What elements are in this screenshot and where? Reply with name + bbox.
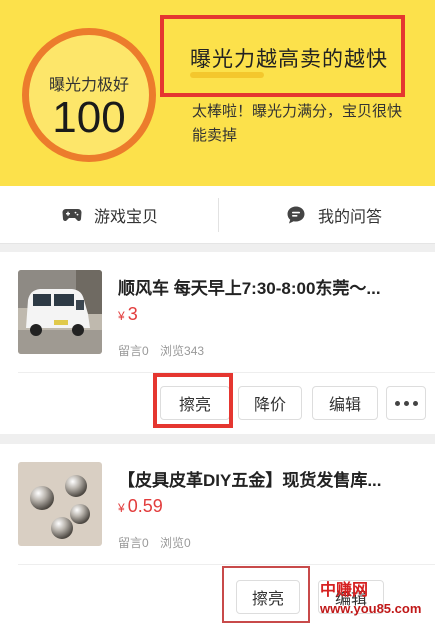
chat-bubble-icon xyxy=(286,205,306,225)
tab-game-items[interactable]: 游戏宝贝 xyxy=(62,186,158,244)
more-button[interactable] xyxy=(386,386,426,420)
price-value: 0.59 xyxy=(127,496,163,516)
gamepad-icon xyxy=(62,205,82,225)
item-title[interactable]: 顺风车 每天早上7:30-8:00东莞～... xyxy=(118,274,418,299)
tab-my-qa-label: 我的问答 xyxy=(318,209,383,226)
exposure-description: 太棒啦！曝光力满分，宝贝很快能卖掉 xyxy=(192,103,403,144)
more-dots-icon xyxy=(394,400,418,406)
exposure-header: 曝光力极好 100 曝光力越高卖的越快 太棒啦！曝光力满分，宝贝很快能卖掉 xyxy=(0,0,435,186)
exposure-score-label: 曝光力极好 xyxy=(48,77,129,94)
item-thumbnail[interactable] xyxy=(18,462,102,546)
item-price: ¥0.59 xyxy=(118,496,163,517)
item-title[interactable]: 【皮具皮革DIY五金】现货发售库... xyxy=(118,466,418,491)
comment-count: 留言0 xyxy=(118,536,149,550)
tab-my-qa[interactable]: 我的问答 xyxy=(286,186,382,244)
item-stats: 留言0 浏览0 xyxy=(118,534,199,551)
tab-divider xyxy=(218,198,219,232)
item-stats: 留言0 浏览343 xyxy=(118,342,212,359)
exposure-score-ring: 曝光力极好 100 xyxy=(22,28,156,162)
view-count: 浏览343 xyxy=(160,344,205,358)
item-thumbnail[interactable] xyxy=(18,270,102,354)
headline: 曝光力越高卖的越快 xyxy=(190,48,388,71)
item-card[interactable]: 顺风车 每天早上7:30-8:00东莞～... ¥3 留言0 浏览343 擦亮 … xyxy=(0,252,435,434)
watermark-url: www.you85.com xyxy=(320,601,422,616)
polish-button-highlight xyxy=(222,566,310,623)
edit-button[interactable]: 编辑 xyxy=(312,386,378,420)
watermark-name: 中赚网 xyxy=(320,582,369,599)
comment-count: 留言0 xyxy=(118,344,149,358)
price-currency: ¥ xyxy=(118,501,125,515)
price-value: 3 xyxy=(127,304,138,324)
item-price: ¥3 xyxy=(118,304,138,325)
polish-button-highlight xyxy=(153,373,233,428)
tab-game-items-label: 游戏宝贝 xyxy=(94,209,159,226)
exposure-score-value: 100 xyxy=(52,93,126,142)
tab-bar: 游戏宝贝 我的问答 xyxy=(0,186,435,244)
view-count: 浏览0 xyxy=(160,536,191,550)
site-watermark: 中赚网 www.you85.com xyxy=(320,583,421,617)
card-divider xyxy=(18,564,435,565)
price-currency: ¥ xyxy=(118,309,125,323)
reduce-price-button[interactable]: 降价 xyxy=(238,386,302,420)
